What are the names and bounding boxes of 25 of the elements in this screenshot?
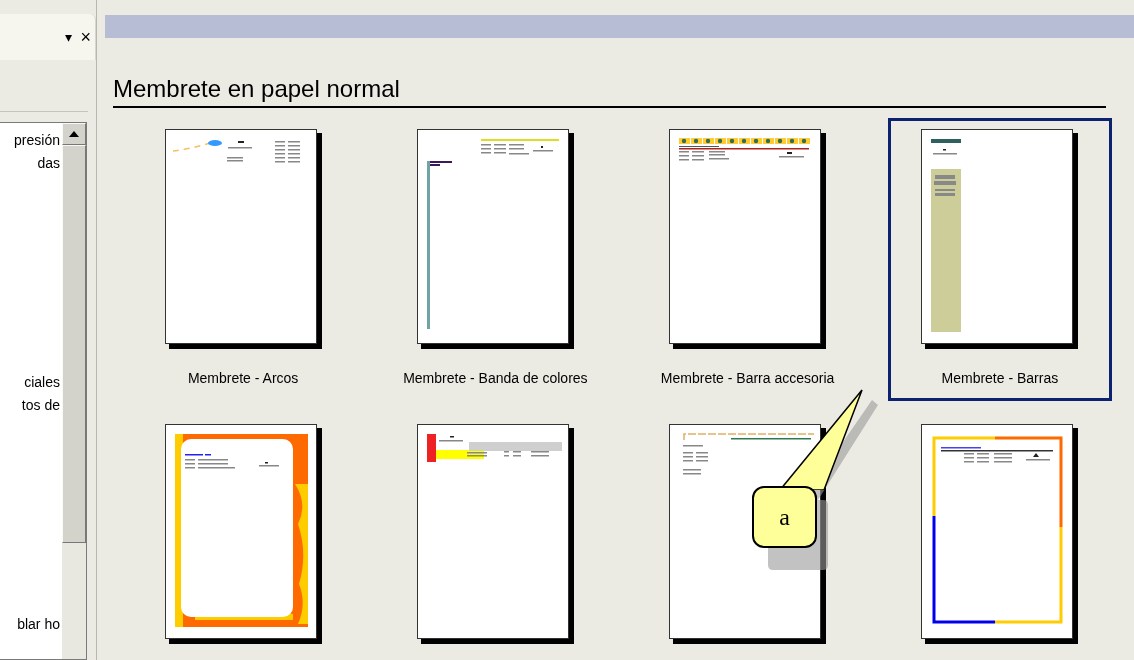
template-label: Membrete - Barra accesoria [660,369,835,387]
template-label: Membrete - Banda de colores [403,369,588,387]
section-heading: Membrete en papel normal [113,74,1106,108]
scrollbar[interactable] [62,123,86,659]
scroll-thumb[interactable] [62,145,86,543]
list-item[interactable]: ciales [24,373,60,391]
pane-menu-button[interactable]: ▾ [65,30,73,44]
list-item[interactable]: blar ho [17,615,60,633]
arrow-up-icon [69,131,79,137]
selection-frame[interactable]: Membrete - Barras [887,118,1112,401]
list-item[interactable]: presión [14,131,60,149]
template-thumbnail[interactable] [669,129,827,349]
template-thumbnail[interactable] [921,129,1079,349]
template-label: Membrete - Barras [941,369,1059,387]
list-item[interactable]: das [37,154,60,172]
template-thumbnail[interactable] [921,424,1079,644]
scroll-up-button[interactable] [62,123,86,145]
template-label: Membrete - Arcos [187,369,299,387]
close-button[interactable]: × [80,28,91,46]
template-thumbnail[interactable] [416,424,574,644]
list-item[interactable]: tos de [21,396,60,414]
callout: a [752,486,817,548]
template-thumbnail[interactable] [164,424,322,644]
template-thumbnail[interactable] [416,129,574,349]
template-thumbnail[interactable] [164,129,322,349]
